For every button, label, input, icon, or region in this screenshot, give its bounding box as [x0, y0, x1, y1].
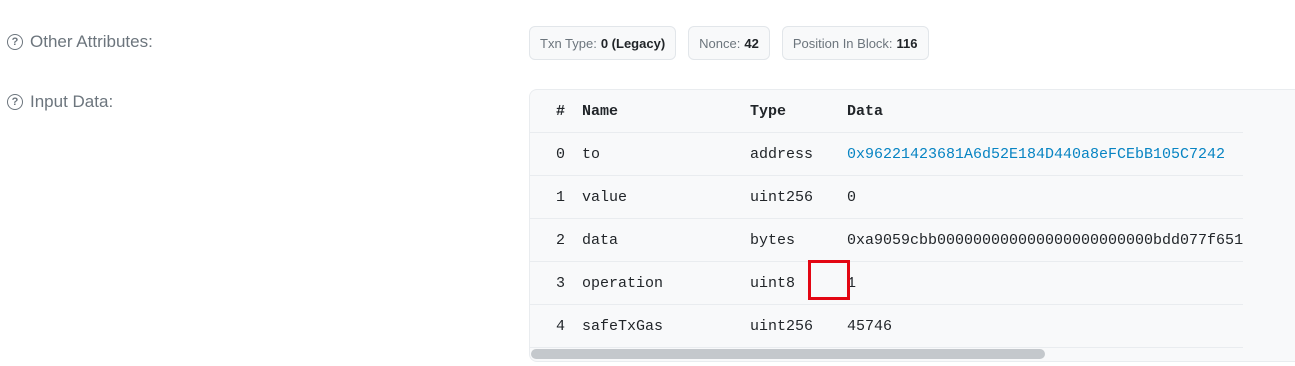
- table-row: 3 operation uint8 1: [530, 261, 1244, 305]
- transaction-details-panel: ? Other Attributes: Txn Type: 0 (Legacy)…: [0, 0, 1295, 366]
- question-circle-icon[interactable]: ?: [7, 34, 23, 50]
- header-type: Type: [750, 90, 847, 133]
- row-index: 0: [530, 132, 582, 176]
- header-data: Data: [847, 90, 1244, 133]
- table-row: 4 safeTxGas uint256 45746: [530, 304, 1244, 348]
- txn-type-value: 0 (Legacy): [600, 35, 666, 51]
- row-name: safeTxGas: [582, 304, 750, 348]
- txn-type-badge: Txn Type: 0 (Legacy): [529, 26, 677, 60]
- row-index: 4: [530, 304, 582, 348]
- table-header-row: # Name Type Data: [530, 90, 1244, 133]
- row-index: 1: [530, 175, 582, 219]
- nonce-value: 42: [744, 35, 759, 51]
- other-attributes-badges: Txn Type: 0 (Legacy) Nonce: 42 Position …: [529, 26, 929, 60]
- row-index: 2: [530, 218, 582, 262]
- position-in-block-badge: Position In Block: 116: [781, 26, 929, 60]
- question-circle-icon[interactable]: ?: [7, 94, 23, 110]
- row-data: 45746: [847, 304, 1244, 348]
- table-row: 1 value uint256 0: [530, 175, 1244, 219]
- row-type: uint256: [750, 304, 847, 348]
- other-attributes-label: Other Attributes:: [30, 32, 153, 51]
- row-type: uint256: [750, 175, 847, 219]
- operation-value-highlight-box: [808, 260, 850, 300]
- row-type: bytes: [750, 218, 847, 262]
- position-in-block-value: 116: [896, 35, 918, 51]
- row-data: 0xa9059cbb000000000000000000000000bdd077…: [847, 218, 1244, 262]
- nonce-badge: Nonce: 42: [688, 26, 770, 60]
- input-data-label: Input Data:: [30, 92, 114, 111]
- input-data-table-container[interactable]: # Name Type Data 0 to address 0x96221423…: [529, 89, 1295, 362]
- row-name: value: [582, 175, 750, 219]
- input-data-label-row: ? Input Data:: [7, 92, 113, 112]
- header-name: Name: [582, 90, 750, 133]
- nonce-key: Nonce:: [699, 35, 741, 51]
- other-attributes-label-row: ? Other Attributes:: [7, 32, 153, 52]
- input-data-table: # Name Type Data 0 to address 0x96221423…: [530, 90, 1244, 348]
- horizontal-scrollbar-thumb[interactable]: [531, 349, 1045, 359]
- row-index: 3: [530, 261, 582, 305]
- row-name: data: [582, 218, 750, 262]
- table-row: 2 data bytes 0xa9059cbb00000000000000000…: [530, 218, 1244, 262]
- row-type: address: [750, 132, 847, 176]
- position-in-block-key: Position In Block:: [792, 35, 893, 51]
- row-data: 0: [847, 175, 1244, 219]
- row-data: 1: [847, 261, 1244, 305]
- row-name: operation: [582, 261, 750, 305]
- txn-type-key: Txn Type:: [540, 35, 597, 51]
- table-row: 0 to address 0x96221423681A6d52E184D440a…: [530, 132, 1244, 176]
- to-address-link[interactable]: 0x96221423681A6d52E184D440a8eFCEbB105C72…: [847, 132, 1244, 176]
- row-name: to: [582, 132, 750, 176]
- header-index: #: [530, 90, 582, 133]
